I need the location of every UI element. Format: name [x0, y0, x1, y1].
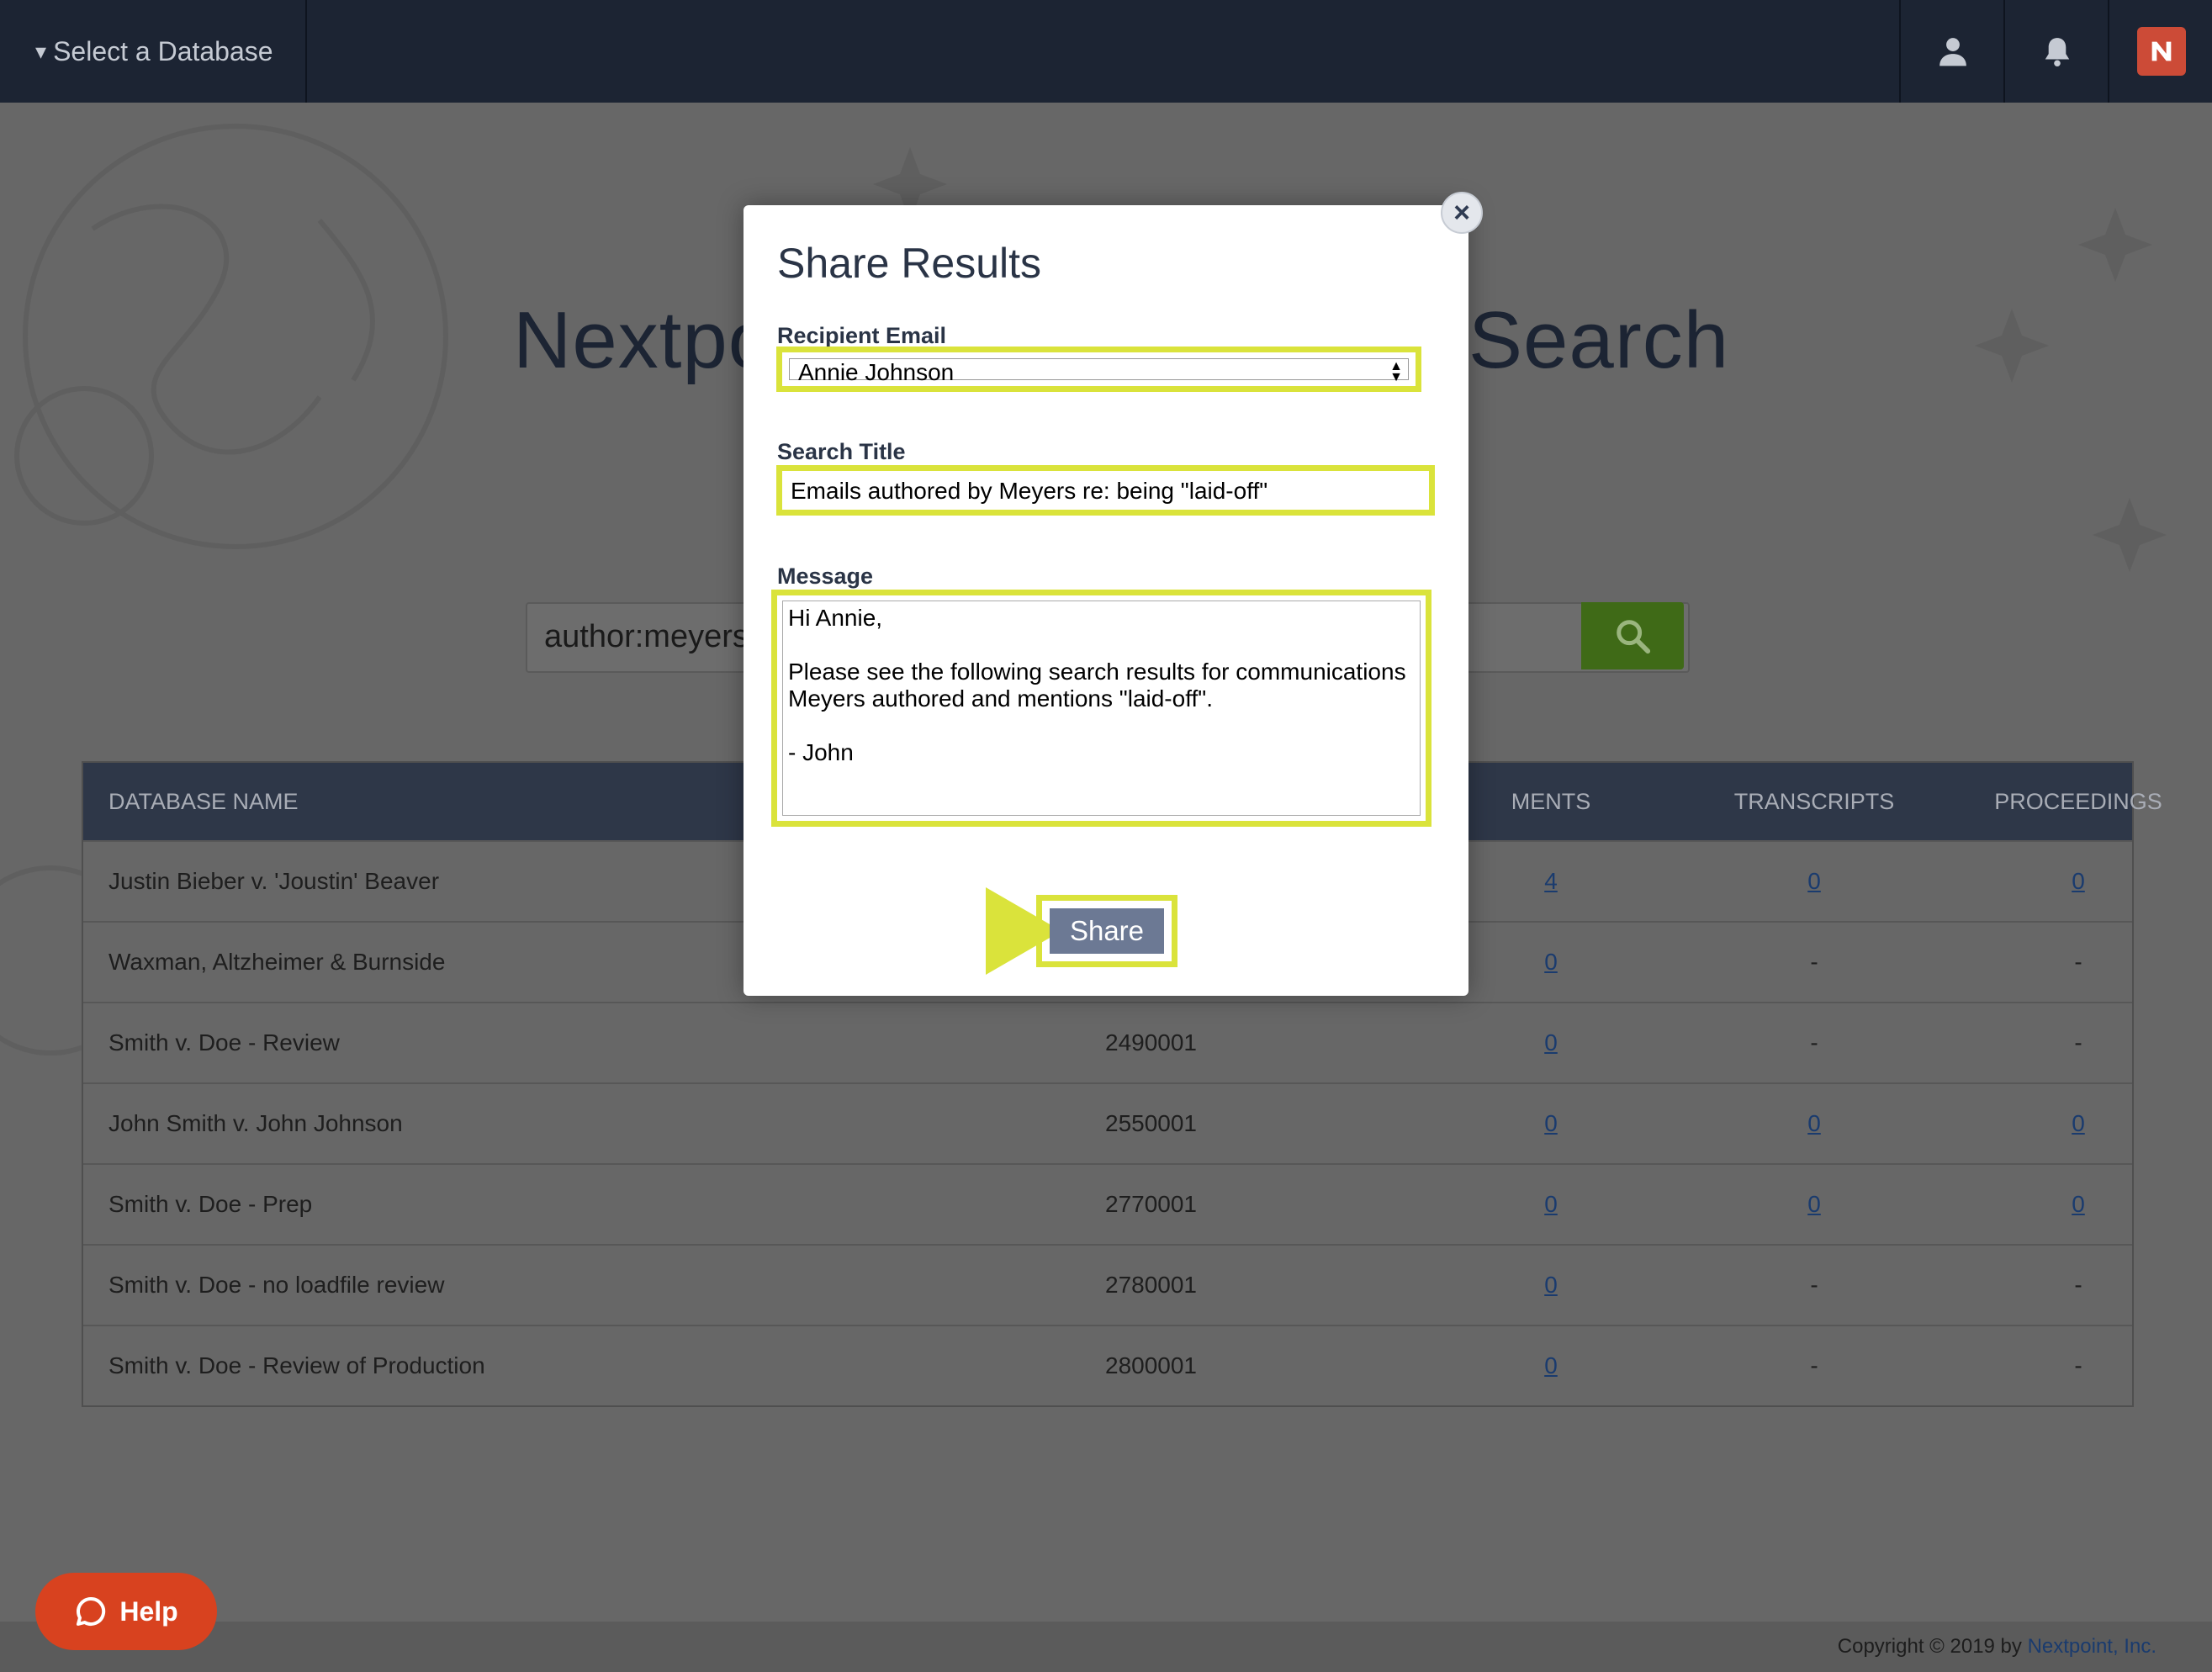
table-row[interactable]: Smith v. Doe - Prep 2770001 0 0 0 [83, 1163, 2132, 1244]
select-arrows-icon: ▲ ▼ [1389, 359, 1403, 384]
database-id: 2780001 [1105, 1272, 1198, 1298]
table-row[interactable]: John Smith v. John Johnson 2550001 0 0 0 [83, 1082, 2132, 1163]
transcripts-count-link[interactable]: 0 [1726, 842, 1902, 921]
transcripts-count-link[interactable]: 0 [1726, 1165, 1902, 1244]
transcripts-count: - [1810, 1352, 1818, 1378]
message-highlight: Hi Annie, Please see the following searc… [771, 590, 1431, 827]
documents-count-link[interactable]: 0 [1463, 923, 1639, 1002]
company-link[interactable]: Nextpoint, Inc. [2028, 1635, 2156, 1658]
table-row[interactable]: Smith v. Doe - no loadfile review 278000… [83, 1244, 2132, 1325]
proceedings-count: - [2074, 1272, 2082, 1298]
dialog-title: Share Results [777, 240, 1042, 287]
search-title-input[interactable]: Emails authored by Meyers re: being "lai… [787, 476, 1424, 505]
documents-count-link[interactable]: 0 [1463, 1326, 1639, 1405]
database-id: 2550001 [1105, 1110, 1198, 1136]
search-button[interactable] [1581, 602, 1684, 669]
transcripts-count-link[interactable]: 0 [1726, 1084, 1902, 1163]
search-query: author:meyers [544, 619, 749, 654]
recipient-email-value: Annie Johnson [798, 359, 955, 385]
message-textarea[interactable]: Hi Annie, Please see the following searc… [782, 601, 1421, 816]
database-name[interactable]: John Smith v. John Johnson [108, 1084, 403, 1163]
table-row[interactable]: Smith v. Doe - Review 2490001 0 - - [83, 1002, 2132, 1082]
search-icon [1617, 620, 1651, 654]
user-icon [1939, 38, 1966, 66]
database-name[interactable]: Smith v. Doe - Review [108, 1003, 340, 1082]
page-title-right: Search [1468, 295, 1730, 385]
caret-down-icon: ▾ [35, 38, 47, 64]
proceedings-count: - [2074, 1352, 2082, 1378]
column-header-database-name: DATABASE NAME [108, 789, 299, 814]
page-title-left: Nextpo [513, 295, 775, 385]
proceedings-count-link[interactable]: 0 [1990, 1165, 2167, 1244]
database-name[interactable]: Smith v. Doe - Prep [108, 1165, 312, 1244]
share-button[interactable]: Share [1050, 908, 1164, 954]
message-label: Message [777, 564, 874, 589]
database-name[interactable]: Smith v. Doe - Review of Production [108, 1326, 485, 1405]
nextpoint-logo-icon [2137, 27, 2186, 76]
copyright-text: Copyright © 2019 by Nextpoint, Inc. [1838, 1635, 2156, 1659]
database-id: 2800001 [1105, 1352, 1198, 1378]
transcripts-count: - [1810, 1029, 1818, 1056]
column-header-transcripts: TRANSCRIPTS [1733, 789, 1895, 814]
database-id: 2770001 [1105, 1191, 1198, 1217]
page-footer: Copyright © 2019 by Nextpoint, Inc. [0, 1622, 2212, 1672]
close-icon[interactable]: × [1441, 192, 1483, 234]
documents-count-link[interactable]: 0 [1463, 1003, 1639, 1082]
database-selector-label: Select a Database [53, 35, 273, 66]
search-title-highlight: Emails authored by Meyers re: being "lai… [776, 465, 1435, 516]
table-row[interactable]: Smith v. Doe - Review of Production 2800… [83, 1325, 2132, 1405]
copyright-prefix: Copyright © 2019 by [1837, 1635, 2028, 1658]
database-name[interactable]: Smith v. Doe - no loadfile review [108, 1246, 444, 1325]
help-button[interactable]: Help [35, 1573, 217, 1650]
database-selector[interactable]: ▾ Select a Database [0, 0, 307, 103]
documents-count-link[interactable]: 0 [1463, 1084, 1639, 1163]
notifications-button[interactable] [2003, 0, 2109, 103]
transcripts-count: - [1810, 1272, 1818, 1298]
column-header-proceedings: PROCEEDINGS [1994, 789, 2162, 814]
transcripts-count: - [1810, 949, 1818, 975]
database-name[interactable]: Justin Bieber v. 'Joustin' Beaver [108, 842, 439, 921]
proceedings-count-link[interactable]: 0 [1990, 1084, 2167, 1163]
recipient-email-select[interactable]: Annie Johnson ▲ ▼ [789, 358, 1409, 385]
top-navigation-bar: ▾ Select a Database [0, 0, 2212, 103]
proceedings-count: - [2074, 1029, 2082, 1056]
user-menu-button[interactable] [1899, 0, 2005, 103]
recipient-email-highlight: Annie Johnson ▲ ▼ [776, 347, 1421, 392]
chat-bubble-icon [77, 1596, 106, 1626]
database-name[interactable]: Waxman, Altzheimer & Burnside [108, 923, 445, 1002]
bell-icon [2045, 38, 2070, 67]
share-results-dialog: Share Results Recipient Email Annie John… [744, 205, 1468, 996]
app-logo-button[interactable] [2108, 0, 2212, 103]
share-button-highlight: Share [1036, 895, 1177, 967]
database-id: 2490001 [1105, 1029, 1198, 1056]
proceedings-count-link[interactable]: 0 [1990, 842, 2167, 921]
documents-count-link[interactable]: 0 [1463, 1165, 1639, 1244]
search-title-label: Search Title [777, 439, 906, 464]
column-header-documents: MENTS [1511, 789, 1591, 814]
documents-count-link[interactable]: 0 [1463, 1246, 1639, 1325]
recipient-email-label: Recipient Email [777, 323, 947, 348]
help-label: Help [119, 1595, 178, 1627]
documents-count-link[interactable]: 4 [1463, 842, 1639, 921]
proceedings-count: - [2074, 949, 2082, 975]
